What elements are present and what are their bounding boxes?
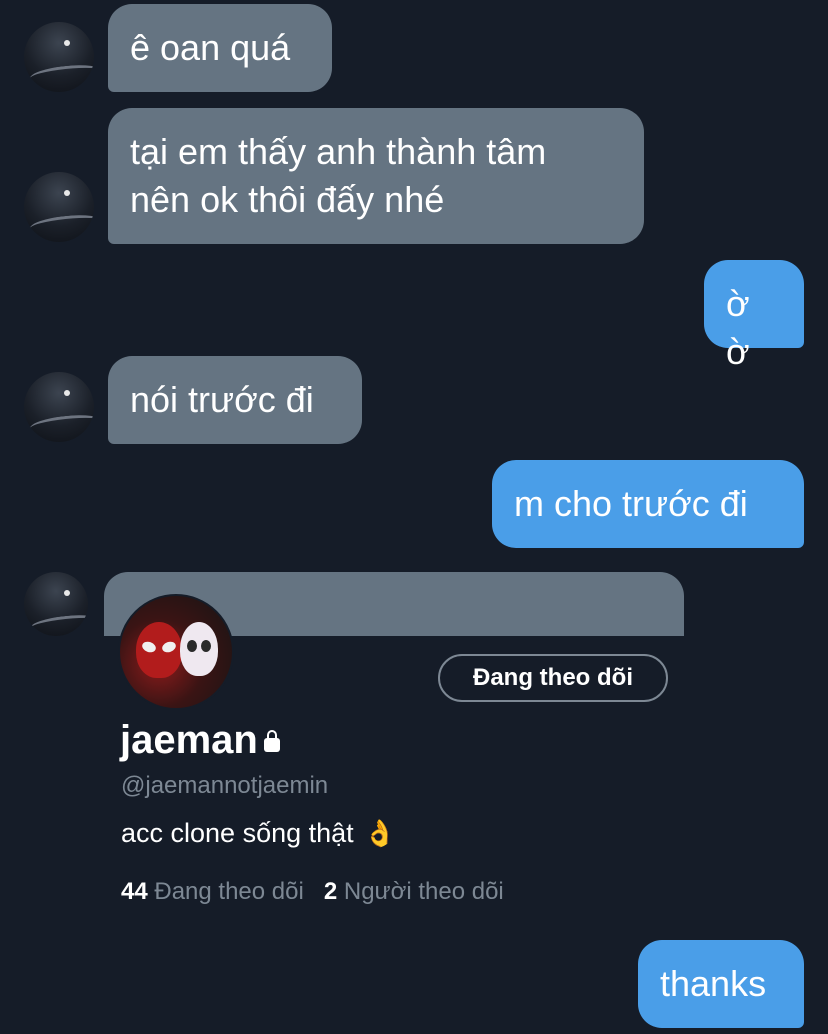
message-bubble-outgoing[interactable]: thanks <box>638 940 804 1028</box>
profile-bio: acc clone sống thật 👌 <box>121 818 396 849</box>
following-button[interactable]: Đang theo dõi <box>438 654 668 702</box>
spider-gwen-mask <box>180 622 218 676</box>
message-text-line: nên ok thôi đấy nhé <box>130 179 445 220</box>
message-text: thanks <box>660 963 767 1004</box>
followers-stat[interactable]: 2 Người theo dõi <box>324 878 504 905</box>
avatar[interactable] <box>24 372 94 442</box>
message-bubble-incoming[interactable]: nói trước đi <box>108 356 362 444</box>
bio-text: acc clone sống thật <box>121 818 354 848</box>
message-bubble-incoming[interactable]: ê oan quá <box>108 4 332 92</box>
profile-handle[interactable]: @jaemannotjaemin <box>121 772 328 800</box>
avatar[interactable] <box>24 572 88 636</box>
avatar[interactable] <box>24 22 94 92</box>
lock-icon <box>263 729 280 752</box>
message-text: ờ ờ <box>726 283 750 372</box>
message-bubble-outgoing[interactable]: m cho trước đi <box>492 460 804 548</box>
message-bubble-outgoing[interactable]: ờ ờ <box>704 260 804 372</box>
followers-label: Người theo dõi <box>343 878 504 905</box>
spiderman-mask <box>136 622 182 678</box>
message-text-line: tại em thấy anh thành tâm <box>130 131 547 172</box>
avatar[interactable] <box>24 172 94 242</box>
following-label: Đang theo dõi <box>154 878 304 905</box>
followers-count: 2 <box>323 878 338 905</box>
message-text: ê oan quá <box>130 27 291 68</box>
following-stat[interactable]: 44 Đang theo dõi <box>121 878 311 905</box>
ok-hand-icon: 👌 <box>363 818 397 848</box>
message-text: nói trước đi <box>130 379 314 420</box>
profile-display-name[interactable]: jaeman <box>120 718 280 763</box>
message-bubble-incoming[interactable]: tại em thấy anh thành tâm nên ok thôi đấ… <box>108 108 644 244</box>
profile-stats: 44 Đang theo dõi 2 Người theo dõi <box>121 878 504 906</box>
profile-picture[interactable] <box>118 594 234 710</box>
message-text: m cho trước đi <box>514 483 748 524</box>
following-count: 44 <box>121 878 148 905</box>
display-name-text: jaeman <box>120 718 258 762</box>
